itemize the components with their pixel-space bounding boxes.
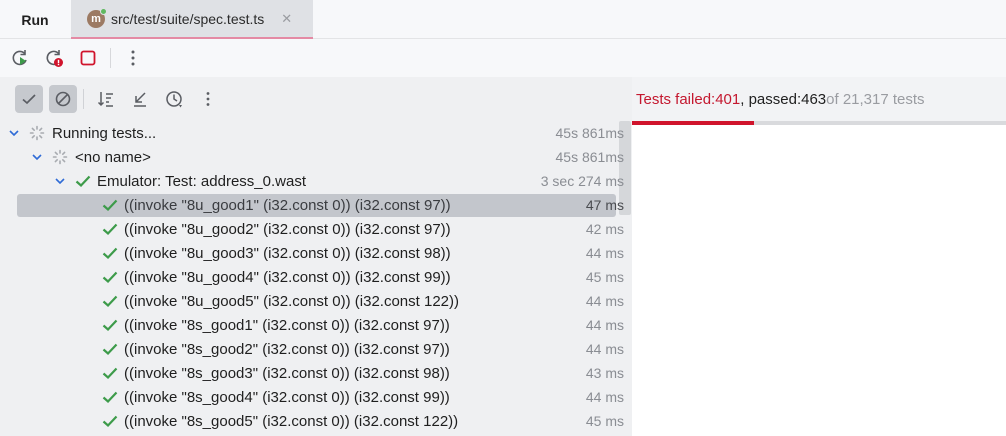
failed-count: 401 — [715, 90, 741, 108]
test-row[interactable]: ((invoke "8s_good3" (i32.const 0)) (i32.… — [0, 361, 632, 385]
passed-check-icon — [102, 390, 118, 404]
duration: 45s 861ms — [555, 149, 624, 165]
duration: 45s 861ms — [555, 125, 624, 141]
passed-check-icon — [102, 318, 118, 332]
ignored-icon — [55, 91, 71, 107]
total-count: of 21,317 tests — [826, 90, 925, 108]
chevron-down-icon[interactable] — [53, 175, 67, 187]
spinner-icon — [29, 125, 45, 141]
passed-check-icon — [102, 246, 118, 260]
duration: 42 ms — [585, 221, 624, 237]
test-label: ((invoke "8u_good2" (i32.const 0)) (i32.… — [124, 220, 451, 238]
tab-spec-file[interactable]: m src/test/suite/spec.test.ts ✕ — [71, 0, 313, 39]
tab-run[interactable]: Run — [0, 0, 70, 39]
test-tree: Running tests... 45s 861ms <no name> 45s… — [0, 121, 632, 433]
collapse-icon — [134, 92, 146, 107]
close-icon[interactable]: ✕ — [281, 11, 292, 27]
test-output-panel: Tests failed: 401 , passed: 463 of 21,31… — [632, 77, 1006, 436]
test-label: ((invoke "8s_good3" (i32.const 0)) (i32.… — [124, 364, 450, 382]
stop-button[interactable] — [76, 46, 100, 70]
tree-toolbar-separator — [83, 89, 84, 109]
run-toolbar — [0, 39, 1006, 77]
duration: 44 ms — [585, 245, 624, 261]
passed-check-icon — [102, 198, 118, 212]
tree-more-button[interactable] — [194, 85, 222, 113]
test-label: ((invoke "8u_good1" (i32.const 0)) (i32.… — [124, 196, 451, 214]
tree-node-root[interactable]: Running tests... 45s 861ms — [0, 121, 632, 145]
duration: 45 ms — [585, 413, 624, 429]
passed-prefix: , passed: — [740, 90, 802, 108]
rerun-failed-icon — [46, 50, 63, 67]
tree-node-label: Running tests... — [52, 124, 157, 142]
tab-bar: Run m src/test/suite/spec.test.ts ✕ — [0, 0, 1006, 39]
test-row[interactable]: ((invoke "8s_good1" (i32.const 0)) (i32.… — [0, 313, 632, 337]
failed-prefix: Tests failed: — [636, 90, 716, 108]
test-row[interactable]: ((invoke "8u_good4" (i32.const 0)) (i32.… — [0, 265, 632, 289]
passed-check-icon — [102, 342, 118, 356]
test-row[interactable]: ((invoke "8u_good1" (i32.const 0)) (i32.… — [0, 193, 632, 217]
test-row[interactable]: ((invoke "8u_good3" (i32.const 0)) (i32.… — [0, 241, 632, 265]
history-button[interactable] — [160, 85, 188, 113]
test-row[interactable]: ((invoke "8s_good2" (i32.const 0)) (i32.… — [0, 337, 632, 361]
test-label: ((invoke "8s_good4" (i32.const 0)) (i32.… — [124, 388, 450, 406]
tab-file-label: src/test/suite/spec.test.ts — [111, 10, 265, 27]
passed-check-icon — [102, 222, 118, 236]
test-label: ((invoke "8s_good1" (i32.const 0)) (i32.… — [124, 316, 450, 334]
tree-node-suite[interactable]: Emulator: Test: address_0.wast 3 sec 274… — [0, 169, 632, 193]
tree-node-label: <no name> — [75, 148, 151, 166]
tree-node-label: Emulator: Test: address_0.wast — [97, 172, 306, 190]
test-label: ((invoke "8u_good4" (i32.const 0)) (i32.… — [124, 268, 451, 286]
more-vertical-icon — [131, 50, 135, 66]
progress-fill — [632, 121, 755, 125]
test-tree-panel: Running tests... 45s 861ms <no name> 45s… — [0, 77, 632, 436]
duration: 44 ms — [585, 341, 624, 357]
test-summary: Tests failed: 401 , passed: 463 of 21,31… — [632, 77, 1006, 121]
more-options-button[interactable] — [121, 46, 145, 70]
passed-check-icon — [102, 366, 118, 380]
clock-icon — [166, 91, 182, 108]
passed-check-icon — [102, 270, 118, 284]
chevron-down-icon[interactable] — [7, 127, 21, 139]
passed-check-icon — [102, 294, 118, 308]
test-label: ((invoke "8s_good5" (i32.const 0)) (i32.… — [124, 412, 459, 430]
duration: 47 ms — [585, 197, 624, 213]
sort-button[interactable] — [92, 85, 120, 113]
sort-icon — [97, 92, 113, 107]
rerun-icon — [12, 50, 27, 66]
status-dot — [100, 7, 107, 15]
rerun-failed-button[interactable] — [42, 46, 66, 70]
test-label: ((invoke "8u_good3" (i32.const 0)) (i32.… — [124, 244, 451, 262]
tree-node-group[interactable]: <no name> 45s 861ms — [0, 145, 632, 169]
test-file-icon: m — [87, 7, 107, 28]
duration: 44 ms — [585, 317, 624, 333]
check-icon — [22, 94, 36, 105]
test-row[interactable]: ((invoke "8s_good5" (i32.const 0)) (i32.… — [0, 409, 632, 433]
spinner-icon — [52, 149, 68, 165]
show-ignored-toggle[interactable] — [49, 85, 77, 113]
test-row[interactable]: ((invoke "8s_good4" (i32.const 0)) (i32.… — [0, 385, 632, 409]
test-row[interactable]: ((invoke "8u_good2" (i32.const 0)) (i32.… — [0, 217, 632, 241]
passed-check-icon — [75, 174, 91, 188]
show-passed-toggle[interactable] — [15, 85, 43, 113]
duration: 45 ms — [585, 269, 624, 285]
duration: 43 ms — [585, 365, 624, 381]
tree-toolbar — [0, 77, 632, 121]
tab-run-label: Run — [21, 11, 49, 28]
duration: 3 sec 274 ms — [540, 173, 624, 189]
test-progress-bar — [632, 121, 1006, 125]
test-row[interactable]: ((invoke "8u_good5" (i32.const 0)) (i32.… — [0, 289, 632, 313]
duration: 44 ms — [585, 389, 624, 405]
duration: 44 ms — [585, 293, 624, 309]
chevron-down-icon[interactable] — [30, 151, 44, 163]
rerun-button[interactable] — [8, 46, 32, 70]
more-vertical-icon — [206, 92, 210, 106]
test-label: ((invoke "8s_good2" (i32.const 0)) (i32.… — [124, 340, 450, 358]
passed-check-icon — [102, 414, 118, 428]
test-label: ((invoke "8u_good5" (i32.const 0)) (i32.… — [124, 292, 459, 310]
toolbar-separator — [110, 48, 111, 68]
collapse-all-button[interactable] — [126, 85, 154, 113]
passed-count: 463 — [801, 90, 827, 108]
stop-icon — [80, 50, 96, 66]
